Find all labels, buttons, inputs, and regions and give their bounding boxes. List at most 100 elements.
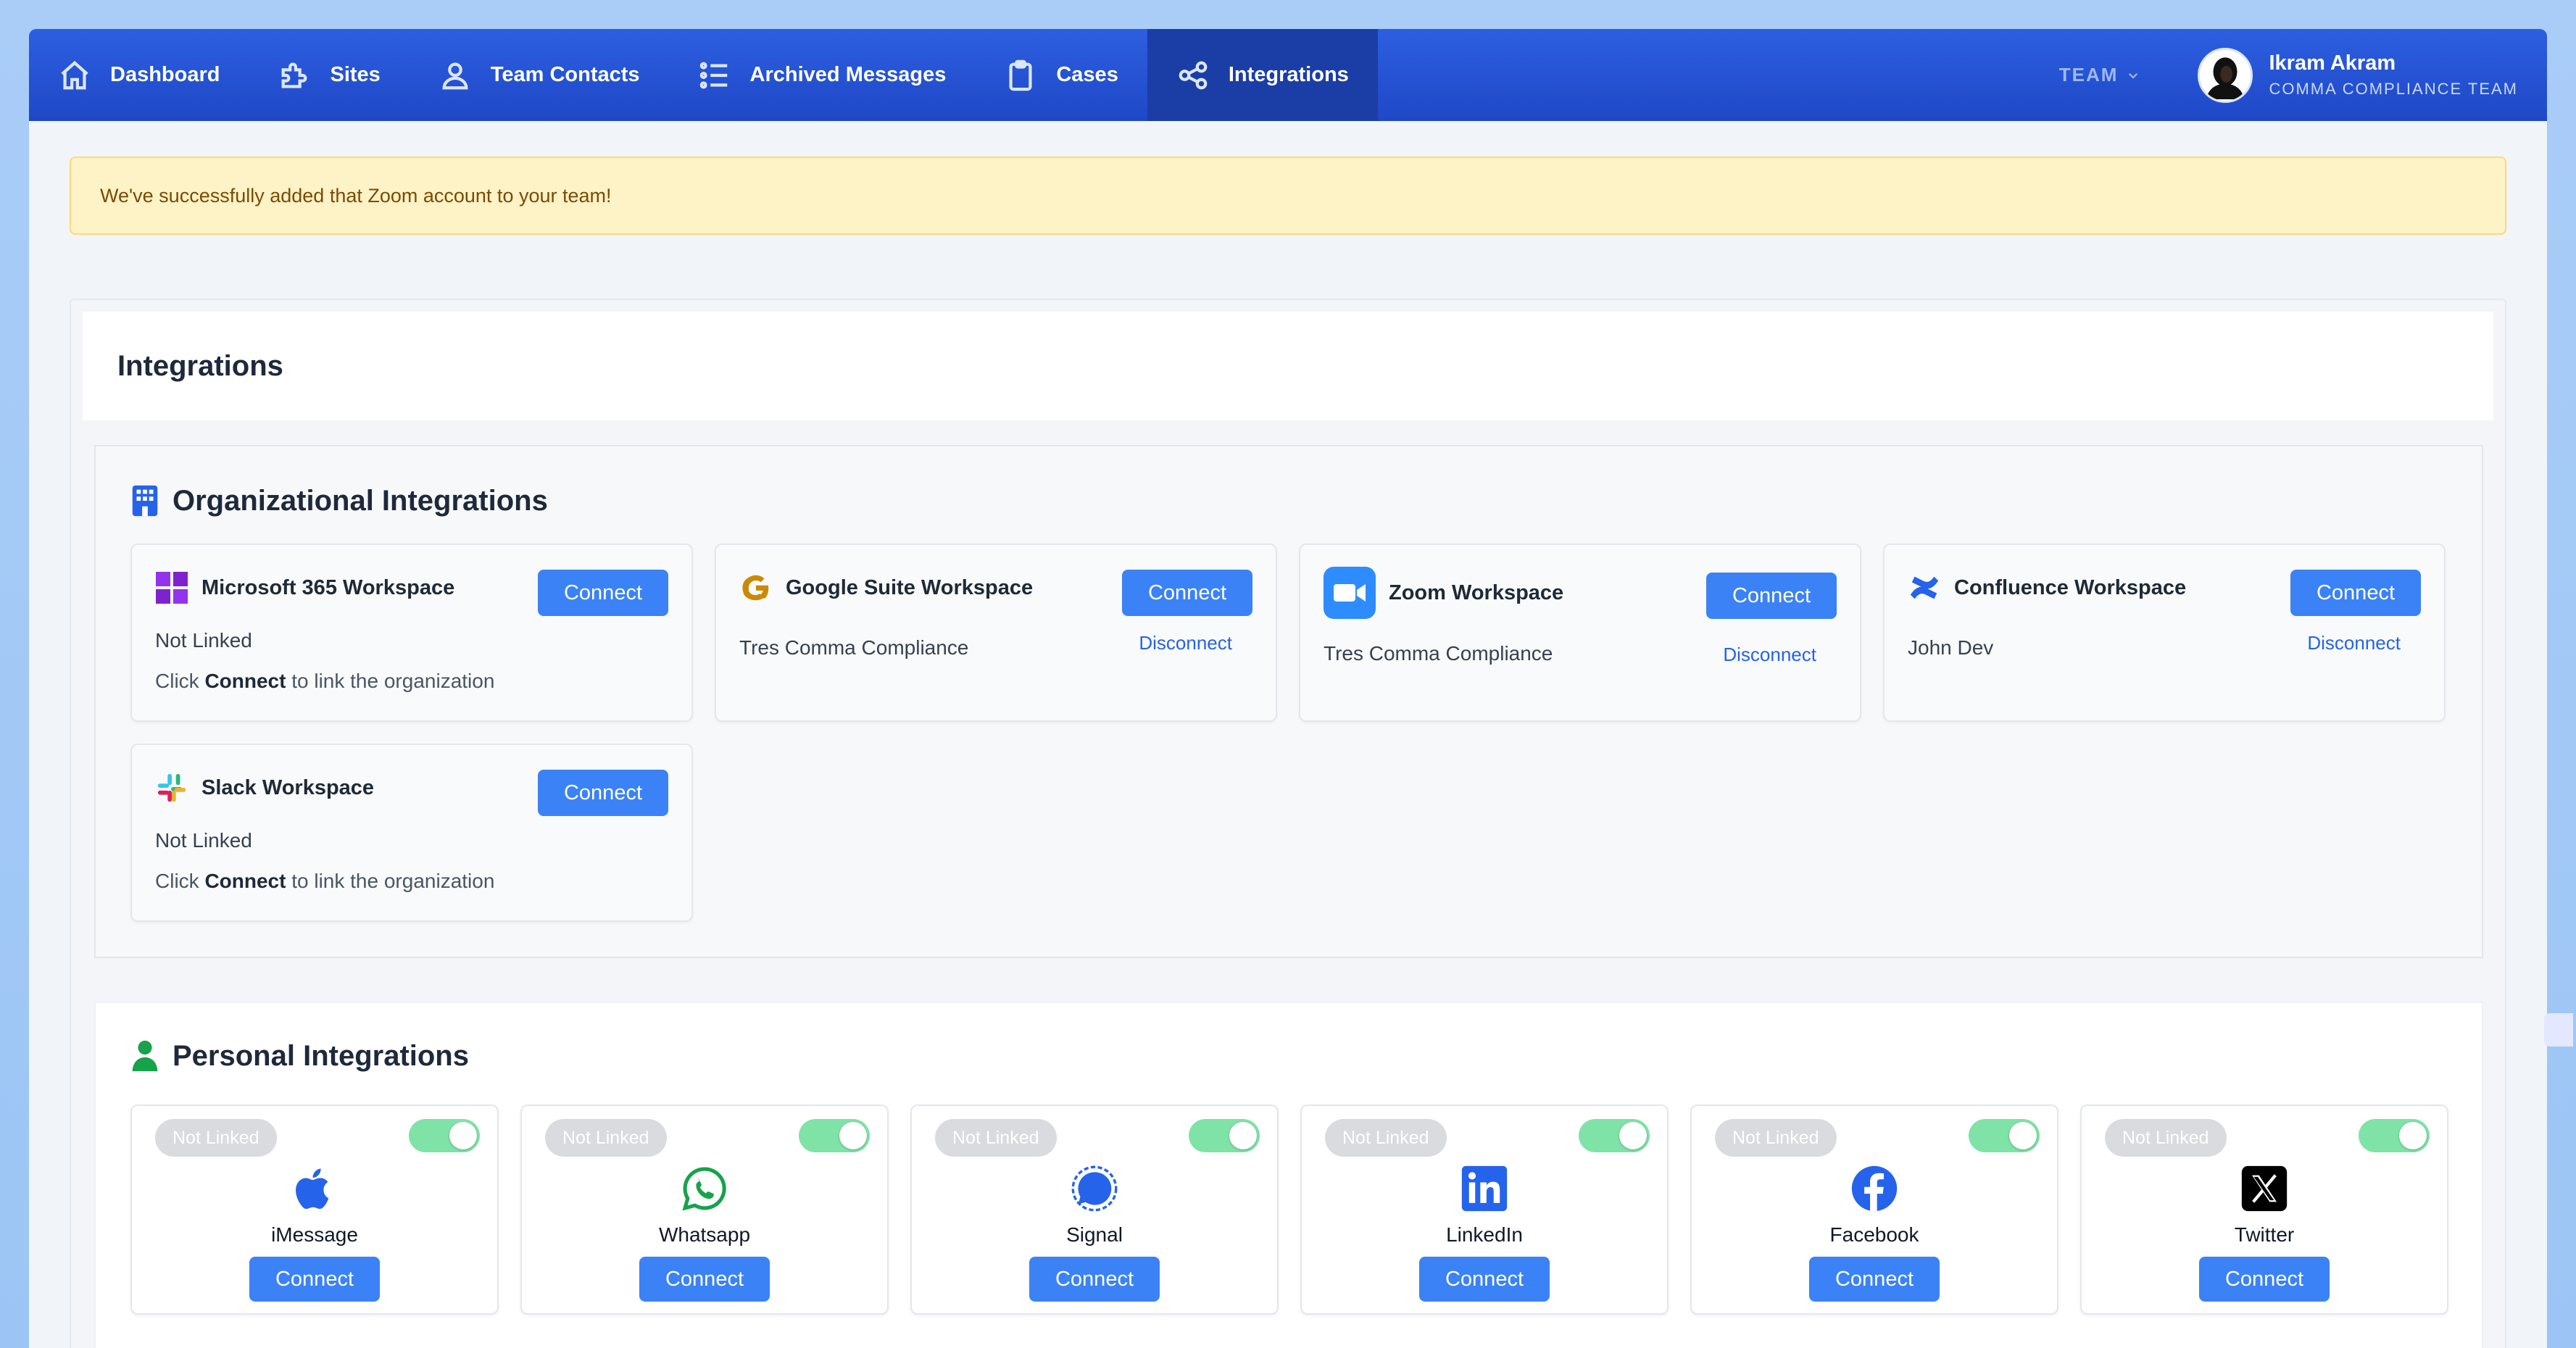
connect-button[interactable]: Connect [1809, 1257, 1940, 1302]
connect-button[interactable]: Connect [2199, 1257, 2330, 1302]
org-section-title: Organizational Integrations [130, 484, 548, 517]
signal-icon [1070, 1164, 1119, 1213]
person-icon [132, 1040, 158, 1072]
personal-card-name: LinkedIn [1446, 1223, 1523, 1246]
enable-toggle[interactable] [799, 1119, 870, 1152]
list-icon [699, 62, 727, 88]
user-team: COMMA COMPLIANCE TEAM [2269, 80, 2518, 98]
home-icon [61, 60, 88, 89]
google-icon [739, 571, 773, 604]
status-badge: Not Linked [545, 1119, 667, 1157]
content-panel: Integrations Organizational Integrations… [70, 299, 2506, 1348]
connect-button[interactable]: Connect [538, 570, 668, 616]
connect-button[interactable]: Connect [1029, 1257, 1160, 1302]
org-card-name: Confluence Workspace [1954, 575, 2187, 599]
enable-toggle[interactable] [1579, 1119, 1650, 1152]
personal-section-title: Personal Integrations [130, 1039, 469, 1073]
enable-toggle[interactable] [409, 1119, 480, 1152]
disconnect-link[interactable]: Disconnect [1139, 632, 1232, 654]
org-card-zoom: Zoom Workspace Connect Tres Comma Compli… [1299, 544, 1861, 722]
status-badge: Not Linked [155, 1119, 277, 1157]
team-dropdown[interactable]: TEAM [2059, 64, 2140, 86]
nav-label: Dashboard [110, 63, 220, 86]
org-card-google: Google Suite Workspace Connect Tres Comm… [715, 544, 1277, 722]
user-menu[interactable]: Ikram Akram COMMA COMPLIANCE TEAM [2198, 47, 2518, 103]
connect-button[interactable]: Connect [1419, 1257, 1550, 1302]
nav-cases[interactable]: Cases [975, 29, 1147, 121]
alert-message: We've successfully added that Zoom accou… [100, 184, 612, 207]
user-name: Ikram Akram [2269, 51, 2396, 75]
connect-button[interactable]: Connect [2290, 570, 2421, 616]
chevron-down-icon [2129, 72, 2138, 79]
personal-card-twitter: Not Linked Twitter Connect [2080, 1104, 2448, 1315]
connect-button[interactable]: Connect [538, 770, 668, 816]
app-window: Dashboard Sites Team Contacts Archived M… [29, 29, 2547, 1348]
personal-card-linkedin: Not Linked LinkedIn Connect [1300, 1104, 1669, 1315]
disconnect-link[interactable]: Disconnect [2307, 632, 2401, 654]
nav-label: Cases [1056, 63, 1118, 86]
personal-card-name: iMessage [271, 1223, 358, 1246]
page-title-card: Integrations [83, 312, 2493, 420]
org-card-name: Slack Workspace [201, 775, 375, 799]
organizational-integrations-section: Organizational Integrations Microsoft 36… [94, 445, 2483, 958]
personal-card-facebook: Not Linked Facebook Connect [1690, 1104, 2058, 1315]
org-card-name: Google Suite Workspace [786, 575, 1034, 599]
slack-icon [155, 771, 188, 804]
whatsapp-icon [680, 1164, 729, 1213]
connect-button[interactable]: Connect [249, 1257, 380, 1302]
enable-toggle[interactable] [2359, 1119, 2430, 1152]
nav-label: Sites [330, 63, 381, 86]
microsoft-icon [155, 571, 188, 604]
org-card-status: John Dev [1908, 636, 1994, 659]
user-icon [442, 62, 468, 89]
org-card-confluence: Confluence Workspace Connect John Dev Di… [1883, 544, 2446, 722]
nav-label: Team Contacts [490, 63, 640, 86]
clipboard-icon [1009, 59, 1032, 91]
org-card-hint: Click Connect to link the organization [155, 870, 495, 892]
building-icon [132, 485, 158, 517]
linkedin-icon [1460, 1164, 1509, 1213]
zoom-icon [1324, 567, 1376, 619]
nav-dashboard[interactable]: Dashboard [29, 29, 249, 121]
nav-integrations[interactable]: Integrations [1147, 29, 1378, 121]
org-card-status: Tres Comma Compliance [739, 636, 969, 659]
facebook-icon [1850, 1164, 1899, 1213]
org-card-microsoft: Microsoft 365 Workspace Connect Not Link… [130, 544, 693, 722]
org-card-status: Tres Comma Compliance [1324, 642, 1553, 665]
personal-card-name: Whatsapp [658, 1223, 751, 1246]
personal-card-name: Twitter [2234, 1223, 2295, 1246]
personal-card-signal: Not Linked Signal Connect [910, 1104, 1279, 1315]
nav-sites[interactable]: Sites [249, 29, 409, 121]
connect-button[interactable]: Connect [639, 1257, 770, 1302]
personal-card-name: Signal [1066, 1223, 1123, 1246]
nav-archived-messages[interactable]: Archived Messages [669, 29, 976, 121]
share-icon [1179, 61, 1208, 89]
org-card-hint: Click Connect to link the organization [155, 670, 495, 692]
x-icon [2240, 1164, 2289, 1213]
nav-label: Integrations [1228, 63, 1349, 86]
page-title: Integrations [117, 349, 283, 382]
personal-section-label: Personal Integrations [173, 1039, 469, 1072]
status-badge: Not Linked [2105, 1119, 2227, 1157]
connect-button[interactable]: Connect [1122, 570, 1252, 616]
status-badge: Not Linked [1325, 1119, 1447, 1157]
enable-toggle[interactable] [1969, 1119, 2040, 1152]
avatar [2198, 47, 2253, 103]
personal-card-name: Facebook [1829, 1223, 1919, 1246]
org-card-status: Not Linked [155, 829, 252, 852]
org-card-name: Zoom Workspace [1389, 581, 1564, 604]
top-navbar: Dashboard Sites Team Contacts Archived M… [29, 29, 2547, 121]
connect-button[interactable]: Connect [1706, 573, 1837, 619]
disconnect-link[interactable]: Disconnect [1723, 644, 1816, 666]
personal-integrations-section: Personal Integrations Not Linked iMessag… [94, 1002, 2483, 1348]
status-badge: Not Linked [935, 1119, 1057, 1157]
status-badge: Not Linked [1715, 1119, 1837, 1157]
enable-toggle[interactable] [1189, 1119, 1260, 1152]
team-dropdown-label: TEAM [2058, 64, 2119, 86]
apple-icon [290, 1164, 339, 1213]
side-widget-handle[interactable] [2544, 1013, 2573, 1047]
confluence-icon [1908, 571, 1941, 604]
personal-card-imessage: Not Linked iMessage Connect [130, 1104, 499, 1315]
org-card-slack: Slack Workspace Connect Not Linked Click… [130, 744, 693, 922]
nav-team-contacts[interactable]: Team Contacts [410, 29, 669, 121]
